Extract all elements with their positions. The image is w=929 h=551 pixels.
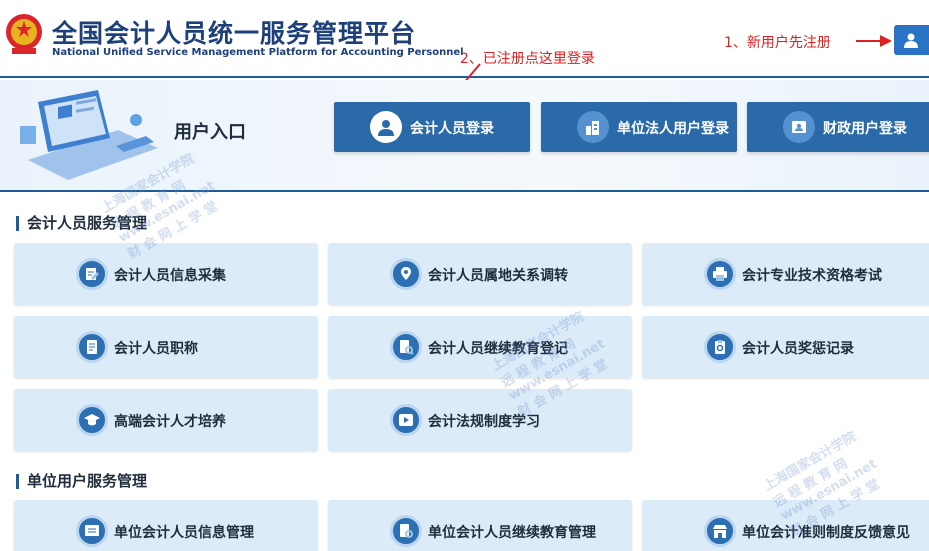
national-emblem-icon bbox=[6, 14, 42, 54]
document-search-icon bbox=[390, 515, 422, 547]
service-card-label: 会计人员职称 bbox=[114, 341, 198, 357]
service-card-label: 会计专业技术资格考试 bbox=[742, 268, 882, 284]
service-card-continuing-education[interactable]: 会计人员继续教育登记 bbox=[328, 316, 632, 378]
graduation-cap-icon bbox=[76, 404, 108, 436]
service-card-professional-title[interactable]: 会计人员职称 bbox=[14, 316, 318, 378]
arrow-right-icon bbox=[856, 35, 892, 47]
service-card-label: 会计法规制度学习 bbox=[428, 414, 540, 430]
laptop-illustration-icon bbox=[20, 90, 158, 180]
accountant-login-button[interactable]: 会计人员登录 bbox=[334, 102, 530, 152]
register-annotation: 1、新用户先注册 bbox=[724, 35, 831, 51]
unit-legal-login-label: 单位法人用户登录 bbox=[617, 121, 729, 137]
edit-form-icon bbox=[76, 258, 108, 290]
service-card-label: 高端会计人才培养 bbox=[114, 414, 226, 430]
accountant-login-label: 会计人员登录 bbox=[410, 121, 494, 137]
service-card-label: 会计人员信息采集 bbox=[114, 268, 226, 284]
service-card-label: 会计人员属地关系调转 bbox=[428, 268, 568, 284]
service-card-label: 会计人员继续教育登记 bbox=[428, 341, 568, 357]
document-search-icon bbox=[390, 331, 422, 363]
service-card-unit-education-management[interactable]: 单位会计人员继续教育管理 bbox=[328, 500, 632, 551]
user-entry-band: 用户入口 会计人员登录 单位法人用户登录 财政用户登录 bbox=[0, 80, 929, 192]
video-play-icon bbox=[390, 404, 422, 436]
service-card-label: 单位会计准则制度反馈意见 bbox=[742, 525, 910, 541]
building-icon bbox=[577, 111, 609, 143]
service-card-high-end-talent[interactable]: 高端会计人才培养 bbox=[14, 389, 318, 451]
unit-services-title: 单位用户服务管理 bbox=[16, 474, 147, 489]
service-card-label: 单位会计人员信息管理 bbox=[114, 525, 254, 541]
service-card-label: 会计人员奖惩记录 bbox=[742, 341, 854, 357]
monitor-list-icon bbox=[76, 515, 108, 547]
service-card-territory-transfer[interactable]: 会计人员属地关系调转 bbox=[328, 243, 632, 305]
service-card-regulation-study[interactable]: 会计法规制度学习 bbox=[328, 389, 632, 451]
register-button[interactable] bbox=[894, 25, 929, 55]
document-icon bbox=[76, 331, 108, 363]
service-card-rewards-penalties[interactable]: 会计人员奖惩记录 bbox=[642, 316, 929, 378]
clipboard-search-icon bbox=[704, 331, 736, 363]
unit-legal-login-button[interactable]: 单位法人用户登录 bbox=[541, 102, 737, 152]
person-icon bbox=[370, 111, 402, 143]
finance-login-label: 财政用户登录 bbox=[823, 121, 907, 137]
service-card-unit-standards-feedback[interactable]: 单位会计准则制度反馈意见 bbox=[642, 500, 929, 551]
site-title: 全国会计人员统一服务管理平台 bbox=[52, 19, 417, 48]
user-entry-label: 用户入口 bbox=[174, 122, 246, 143]
user-icon bbox=[904, 33, 918, 48]
service-card-unit-info-management[interactable]: 单位会计人员信息管理 bbox=[14, 500, 318, 551]
finance-login-button[interactable]: 财政用户登录 bbox=[747, 102, 929, 152]
service-card-label: 单位会计人员继续教育管理 bbox=[428, 525, 596, 541]
location-pin-icon bbox=[390, 258, 422, 290]
printer-icon bbox=[704, 258, 736, 290]
shop-icon bbox=[704, 515, 736, 547]
service-card-info-collection[interactable]: 会计人员信息采集 bbox=[14, 243, 318, 305]
id-card-icon bbox=[783, 111, 815, 143]
site-subtitle: National Unified Service Management Plat… bbox=[52, 47, 464, 58]
accountant-services-title: 会计人员服务管理 bbox=[16, 216, 147, 231]
service-card-qualification-exam[interactable]: 会计专业技术资格考试 bbox=[642, 243, 929, 305]
